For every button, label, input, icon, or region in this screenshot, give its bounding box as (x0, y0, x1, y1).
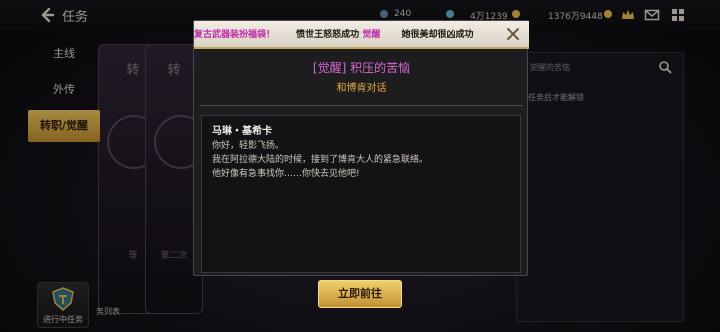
quest-objective: 和博肯对话 (336, 83, 387, 94)
ticker-highlight: 觉醒 (362, 30, 381, 40)
go-now-button[interactable]: 立即前往 (318, 280, 402, 308)
ticker-text: 愤世王怒怒成功 (296, 30, 360, 40)
announcement-ticker: 复古武器装扮福袋！ 愤世王怒怒成功 觉醒 她很美却很凶成功 (194, 21, 529, 49)
dialog-line: 我在阿拉德大陆的时候，接到了博肯大人的紧急联络。 (212, 155, 429, 165)
quest-title: [觉醒] 积压的苦恼 (312, 61, 411, 75)
dialog-line: 他好像有急事找你……你快去见他吧! (212, 169, 360, 179)
close-icon[interactable] (504, 25, 522, 43)
speaker-name: 马琳・基希卡 (212, 126, 272, 137)
quest-detail-modal: 复古武器装扮福袋！ 愤世王怒怒成功 觉醒 她很美却很凶成功 [觉醒] 积压的苦恼… (193, 20, 529, 276)
dialog-line: 你好，轻影飞扬。 (212, 141, 285, 151)
ticker-item: 复古武器装扮福袋！ (194, 30, 276, 40)
ticker-item: 她很美却很凶成功 (401, 30, 474, 40)
dialog-box: 马琳・基希卡 你好，轻影飞扬。 我在阿拉德大陆的时候，接到了博肯大人的紧急联络。… (201, 115, 521, 273)
divider (200, 105, 523, 106)
ticker-item: 愤世王怒怒成功 觉醒 (296, 21, 381, 47)
